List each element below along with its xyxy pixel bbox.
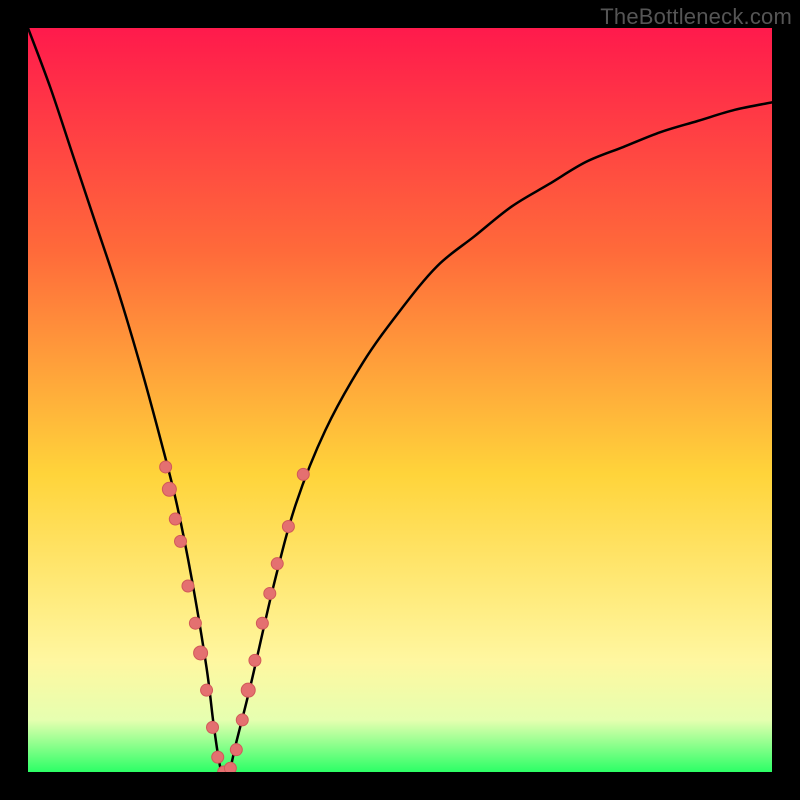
data-marker	[282, 520, 294, 532]
data-marker	[212, 751, 224, 763]
data-marker	[224, 762, 236, 772]
data-marker	[189, 617, 201, 629]
data-marker	[169, 513, 181, 525]
data-marker	[201, 684, 213, 696]
data-marker	[241, 683, 255, 697]
watermark-text: TheBottleneck.com	[600, 4, 792, 30]
data-marker	[175, 535, 187, 547]
chart-frame: TheBottleneck.com	[0, 0, 800, 800]
data-marker	[271, 558, 283, 570]
bottleneck-curve	[28, 28, 772, 772]
data-marker	[230, 744, 242, 756]
data-marker	[194, 646, 208, 660]
markers-group	[160, 461, 310, 772]
data-marker	[162, 482, 176, 496]
data-marker	[256, 617, 268, 629]
data-marker	[182, 580, 194, 592]
chart-svg	[28, 28, 772, 772]
data-marker	[207, 721, 219, 733]
data-marker	[297, 468, 309, 480]
data-marker	[264, 587, 276, 599]
plot-area	[28, 28, 772, 772]
data-marker	[236, 714, 248, 726]
data-marker	[160, 461, 172, 473]
data-marker	[249, 654, 261, 666]
